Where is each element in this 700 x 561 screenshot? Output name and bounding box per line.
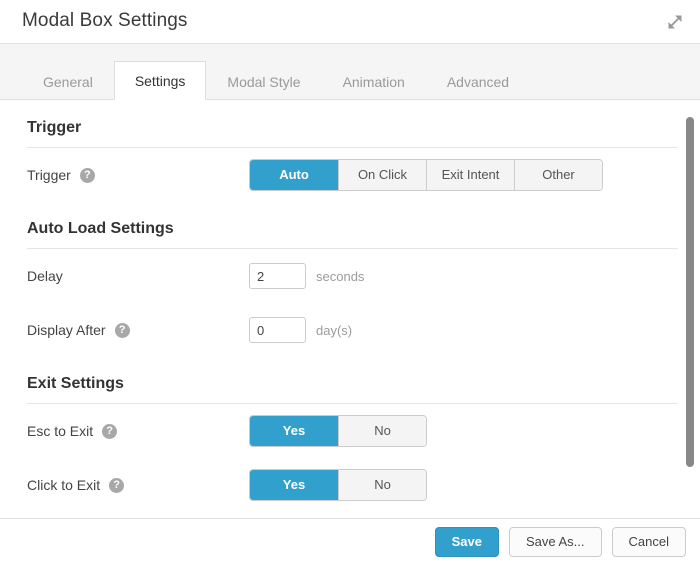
row-label-text: Esc to Exit <box>27 423 94 439</box>
section-heading: Trigger <box>27 119 82 136</box>
number-input[interactable] <box>249 263 306 289</box>
input-unit-label: seconds <box>316 268 365 284</box>
modal-titlebar: Modal Box Settings <box>0 0 700 44</box>
help-icon[interactable] <box>109 477 125 493</box>
cancel-button[interactable]: Cancel <box>611 527 686 557</box>
button-group: Yes No <box>249 469 427 501</box>
tab-general[interactable]: General <box>22 62 114 100</box>
save-as-button[interactable]: Save As... <box>508 527 602 557</box>
modal-footer: Save Save As... Cancel <box>0 518 700 561</box>
row-label-text: Click to Exit <box>27 477 101 493</box>
modal-dialog: Modal Box Settings General Settings Modal … <box>0 0 700 561</box>
button-group: Yes No <box>249 415 427 447</box>
input-unit-label: day(s) <box>316 322 353 338</box>
settings-row: Display After day(s) <box>0 303 700 357</box>
row-label: Click to Exit <box>27 477 249 493</box>
row-label: Delay <box>27 268 249 284</box>
option-other[interactable]: Other <box>514 160 602 190</box>
footer-button-row: Save Save As... Cancel <box>434 527 686 557</box>
option-yes[interactable]: Yes <box>250 470 338 500</box>
option-no[interactable]: No <box>338 470 426 500</box>
settings-row: Click to Exit YesNo <box>0 458 700 512</box>
section-heading: Auto Load Settings <box>27 220 174 237</box>
option-no[interactable]: No <box>338 416 426 446</box>
section-heading: Exit Settings <box>27 375 124 392</box>
row-label-text: Display After <box>27 322 106 338</box>
settings-row: Esc to Exit YesNo <box>0 404 700 458</box>
tab-settings[interactable]: Settings <box>113 61 207 100</box>
help-icon[interactable] <box>79 167 95 183</box>
settings-row: Trigger AutoOn ClickExit IntentOther <box>0 148 700 202</box>
tab-bar: General Settings Modal Style Animation Advan… <box>0 44 700 100</box>
settings-row: Delay seconds <box>0 249 700 303</box>
number-input[interactable] <box>249 317 306 343</box>
row-label: Trigger <box>27 167 249 183</box>
settings-sections: Trigger Trigger AutoOn ClickExit IntentOth… <box>0 101 700 512</box>
option-yes[interactable]: Yes <box>250 416 338 446</box>
help-icon[interactable] <box>114 322 130 338</box>
page-title: Modal Box Settings <box>22 10 188 31</box>
expand-diagonal-icon[interactable] <box>662 9 688 35</box>
tab-modal-style[interactable]: Modal Style <box>206 62 321 100</box>
settings-scroll-area[interactable]: Trigger Trigger AutoOn ClickExit IntentOth… <box>0 101 700 518</box>
scrollbar-thumb[interactable] <box>686 117 694 467</box>
save-button[interactable]: Save <box>434 527 499 557</box>
tab-list: General Settings Modal Style Animation Advan… <box>22 61 530 100</box>
tab-animation[interactable]: Animation <box>322 62 426 100</box>
tab-advanced[interactable]: Advanced <box>426 62 530 100</box>
row-label-text: Trigger <box>27 167 71 183</box>
option-auto[interactable]: Auto <box>250 160 338 190</box>
row-label: Esc to Exit <box>27 423 249 439</box>
help-icon[interactable] <box>102 423 118 439</box>
option-on-click[interactable]: On Click <box>338 160 426 190</box>
scrollbar-track[interactable] <box>686 105 694 514</box>
row-label: Display After <box>27 322 249 338</box>
button-group: Auto On Click Exit Intent Other <box>249 159 603 191</box>
row-label-text: Delay <box>27 268 63 284</box>
option-exit-intent[interactable]: Exit Intent <box>426 160 514 190</box>
